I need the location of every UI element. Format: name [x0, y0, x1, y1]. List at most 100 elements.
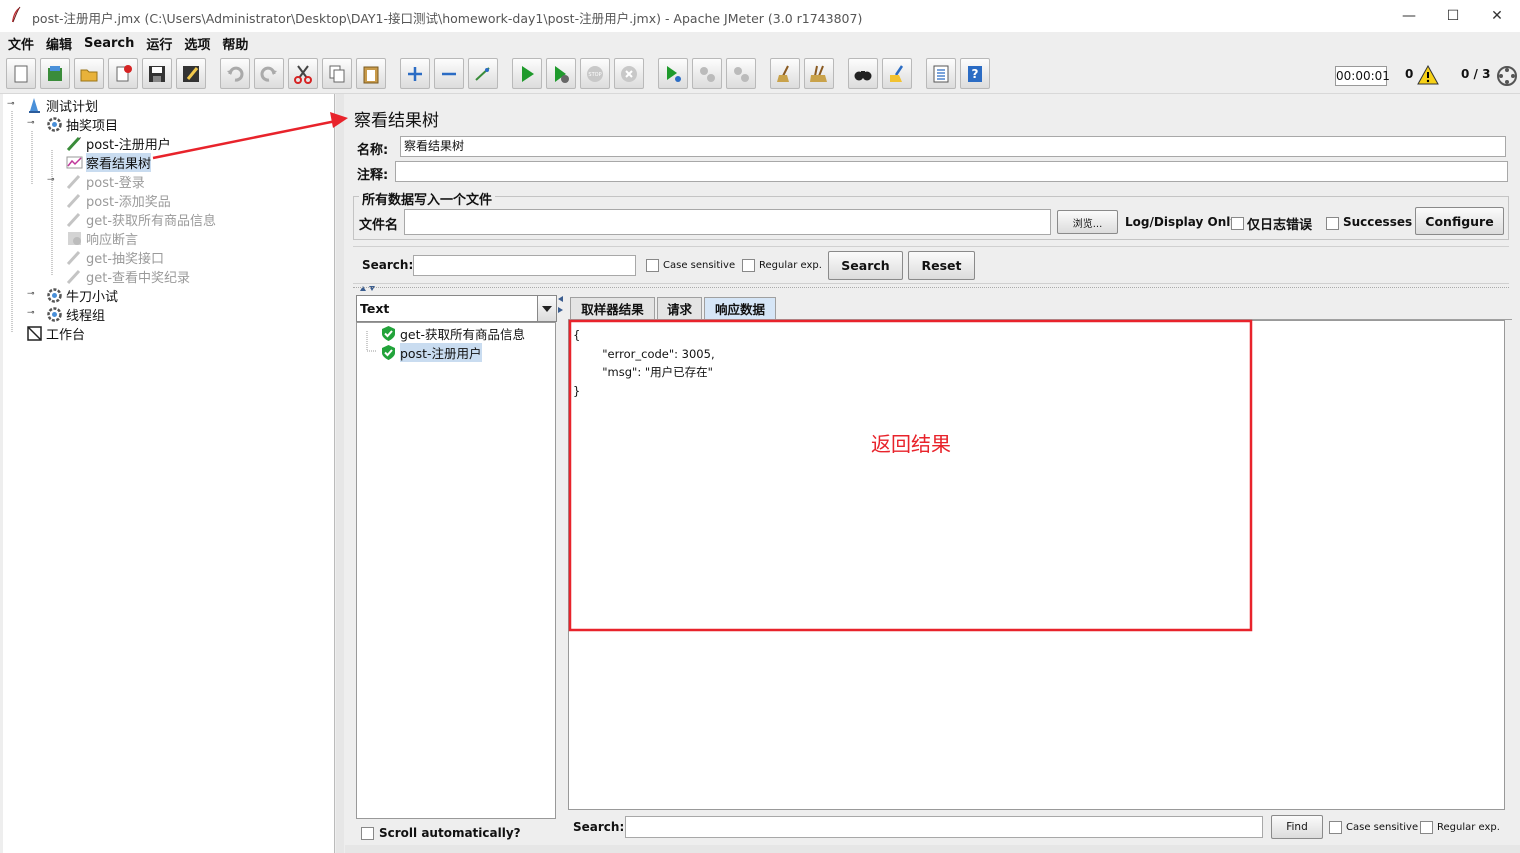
renderer-select[interactable]: Text — [356, 295, 557, 322]
scroll-automatically-checkbox[interactable] — [361, 827, 374, 840]
remote-stop-button[interactable] — [692, 58, 722, 89]
comment-field[interactable] — [395, 161, 1508, 182]
menu-run[interactable]: 运行 — [146, 34, 172, 53]
search-tree-button[interactable] — [848, 58, 878, 89]
play-icon — [522, 65, 534, 82]
paste-button[interactable] — [356, 58, 386, 89]
start-no-pauses-button[interactable] — [546, 58, 576, 89]
tree-node-get-lottery[interactable]: get-抽奖接口 — [65, 248, 164, 267]
new-button[interactable] — [6, 58, 36, 89]
tree-node-view-results-tree[interactable]: 察看结果树 — [65, 153, 152, 172]
search-button[interactable]: Search — [828, 251, 903, 280]
sample-get-all-products[interactable]: get-获取所有商品信息 — [379, 324, 525, 343]
binoculars-icon — [854, 70, 872, 80]
clear-all-button[interactable] — [804, 58, 834, 89]
tree-node-post-register[interactable]: post-注册用户 — [65, 134, 171, 153]
log-display-only-label: Log/Display Only: — [1125, 215, 1243, 229]
help-button[interactable]: ? — [960, 58, 990, 89]
window-title-bar: post-注册用户.jmx (C:\Users\Administrator\De… — [0, 0, 1520, 32]
redo-button[interactable] — [254, 58, 284, 89]
tree-node-post-login[interactable]: post-登录 — [65, 172, 145, 191]
tree-node-workbench[interactable]: 工作台 — [25, 324, 85, 343]
minimize-button[interactable]: — — [1386, 4, 1432, 28]
find-input[interactable] — [625, 816, 1263, 838]
maximize-button[interactable]: ☐ — [1430, 4, 1476, 28]
name-field[interactable]: 察看结果树 — [400, 136, 1506, 157]
split-arrows-icon[interactable] — [359, 284, 379, 292]
remote-start-button[interactable] — [658, 58, 688, 89]
renderer-dropdown-button[interactable] — [537, 296, 556, 321]
browse-button[interactable]: 浏览... — [1057, 210, 1118, 234]
case-sensitive-checkbox[interactable] — [646, 259, 659, 272]
close-plan-button[interactable] — [108, 58, 138, 89]
view-results-tree-panel: 察看结果树 名称: 察看结果树 注释: 所有数据写入一个文件 文件名 浏览...… — [345, 94, 1520, 853]
menu-search[interactable]: Search — [84, 36, 134, 51]
filename-label: 文件名 — [359, 218, 399, 233]
filename-field[interactable] — [404, 209, 1051, 235]
sample-post-register[interactable]: post-注册用户 — [379, 343, 482, 362]
expand-all-button[interactable] — [400, 58, 430, 89]
menu-help[interactable]: 帮助 — [222, 34, 248, 53]
expand-toggle[interactable]: ⊸ — [7, 100, 17, 110]
toggle-button[interactable] — [468, 58, 498, 89]
tab-response-data[interactable]: 响应数据 — [704, 297, 776, 319]
save-as-button[interactable] — [176, 58, 206, 89]
case-sensitive-label: Case sensitive — [663, 260, 736, 271]
find-regular-exp-label: Regular exp. — [1437, 822, 1500, 833]
clear-button[interactable] — [770, 58, 800, 89]
tree-node-get-win-records[interactable]: get-查看中奖纪录 — [65, 267, 190, 286]
reset-search-button[interactable] — [882, 58, 912, 89]
collapse-all-button[interactable] — [434, 58, 464, 89]
reset-button[interactable]: Reset — [908, 251, 975, 280]
find-regular-exp-checkbox[interactable] — [1420, 821, 1433, 834]
expand-toggle[interactable]: ⊸ — [27, 309, 37, 319]
warning-triangle-icon[interactable] — [1417, 65, 1439, 85]
sampler-pen-icon — [65, 249, 83, 267]
test-plan-tree[interactable]: ⊸ ⊸ ⊸ ⊸ ⊸ 测试计划 抽奖项目 post-注册用户 察看结果树 post… — [3, 94, 335, 853]
save-button[interactable] — [142, 58, 172, 89]
search-input[interactable] — [413, 255, 636, 276]
errors-only-checkbox[interactable] — [1231, 217, 1244, 230]
expand-toggle[interactable]: ⊸ — [27, 290, 37, 300]
cut-button[interactable] — [288, 58, 318, 89]
pane-splitter[interactable] — [336, 94, 344, 853]
copy-button[interactable] — [322, 58, 352, 89]
tab-request[interactable]: 请求 — [657, 297, 702, 319]
expand-toggle[interactable]: ⊸ — [27, 119, 37, 129]
menu-edit[interactable]: 编辑 — [46, 34, 72, 53]
response-data-area[interactable]: { "error_code": 3005, "msg": "用户已存在" } — [568, 320, 1505, 810]
tree-node-response-assertion[interactable]: 响应断言 — [65, 229, 138, 248]
tree-node-get-all-products[interactable]: get-获取所有商品信息 — [65, 210, 216, 229]
tree-node-post-add-prize[interactable]: post-添加奖品 — [65, 191, 171, 210]
remote-shutdown-button[interactable] — [726, 58, 756, 89]
tab-sampler-result[interactable]: 取样器结果 — [570, 297, 655, 319]
errors-only-label: 仅日志错误 — [1247, 218, 1313, 233]
tree-node-trial-group[interactable]: 牛刀小试 — [45, 286, 118, 305]
templates-button[interactable] — [40, 58, 70, 89]
expand-toggle[interactable]: ⊸ — [47, 176, 57, 186]
sample-results-list[interactable]: get-获取所有商品信息 post-注册用户 — [356, 322, 556, 819]
tree-node-lottery-project[interactable]: 抽奖项目 — [45, 115, 118, 134]
tree-node-thread-group[interactable]: 线程组 — [45, 305, 105, 324]
shutdown-button[interactable] — [614, 58, 644, 89]
start-button[interactable] — [512, 58, 542, 89]
results-splitter[interactable] — [557, 295, 567, 845]
templates-icon — [48, 65, 62, 81]
menu-file[interactable]: 文件 — [8, 34, 34, 53]
undo-button[interactable] — [220, 58, 250, 89]
successes-label: Successes — [1343, 215, 1413, 229]
find-button[interactable]: Find — [1271, 815, 1323, 839]
function-helper-button[interactable] — [926, 58, 956, 89]
stop-button[interactable]: STOP — [580, 58, 610, 89]
find-case-sensitive-checkbox[interactable] — [1329, 821, 1342, 834]
successes-checkbox[interactable] — [1326, 217, 1339, 230]
regular-exp-checkbox[interactable] — [742, 259, 755, 272]
configure-button[interactable]: Configure — [1415, 207, 1504, 235]
menu-options[interactable]: 选项 — [184, 34, 210, 53]
play-no-pause-icon — [555, 65, 569, 83]
open-button[interactable] — [74, 58, 104, 89]
broom-double-icon — [810, 65, 827, 82]
thread-status-icon — [1497, 66, 1517, 86]
close-button[interactable]: ✕ — [1474, 4, 1520, 28]
tree-node-test-plan[interactable]: 测试计划 — [25, 96, 98, 115]
